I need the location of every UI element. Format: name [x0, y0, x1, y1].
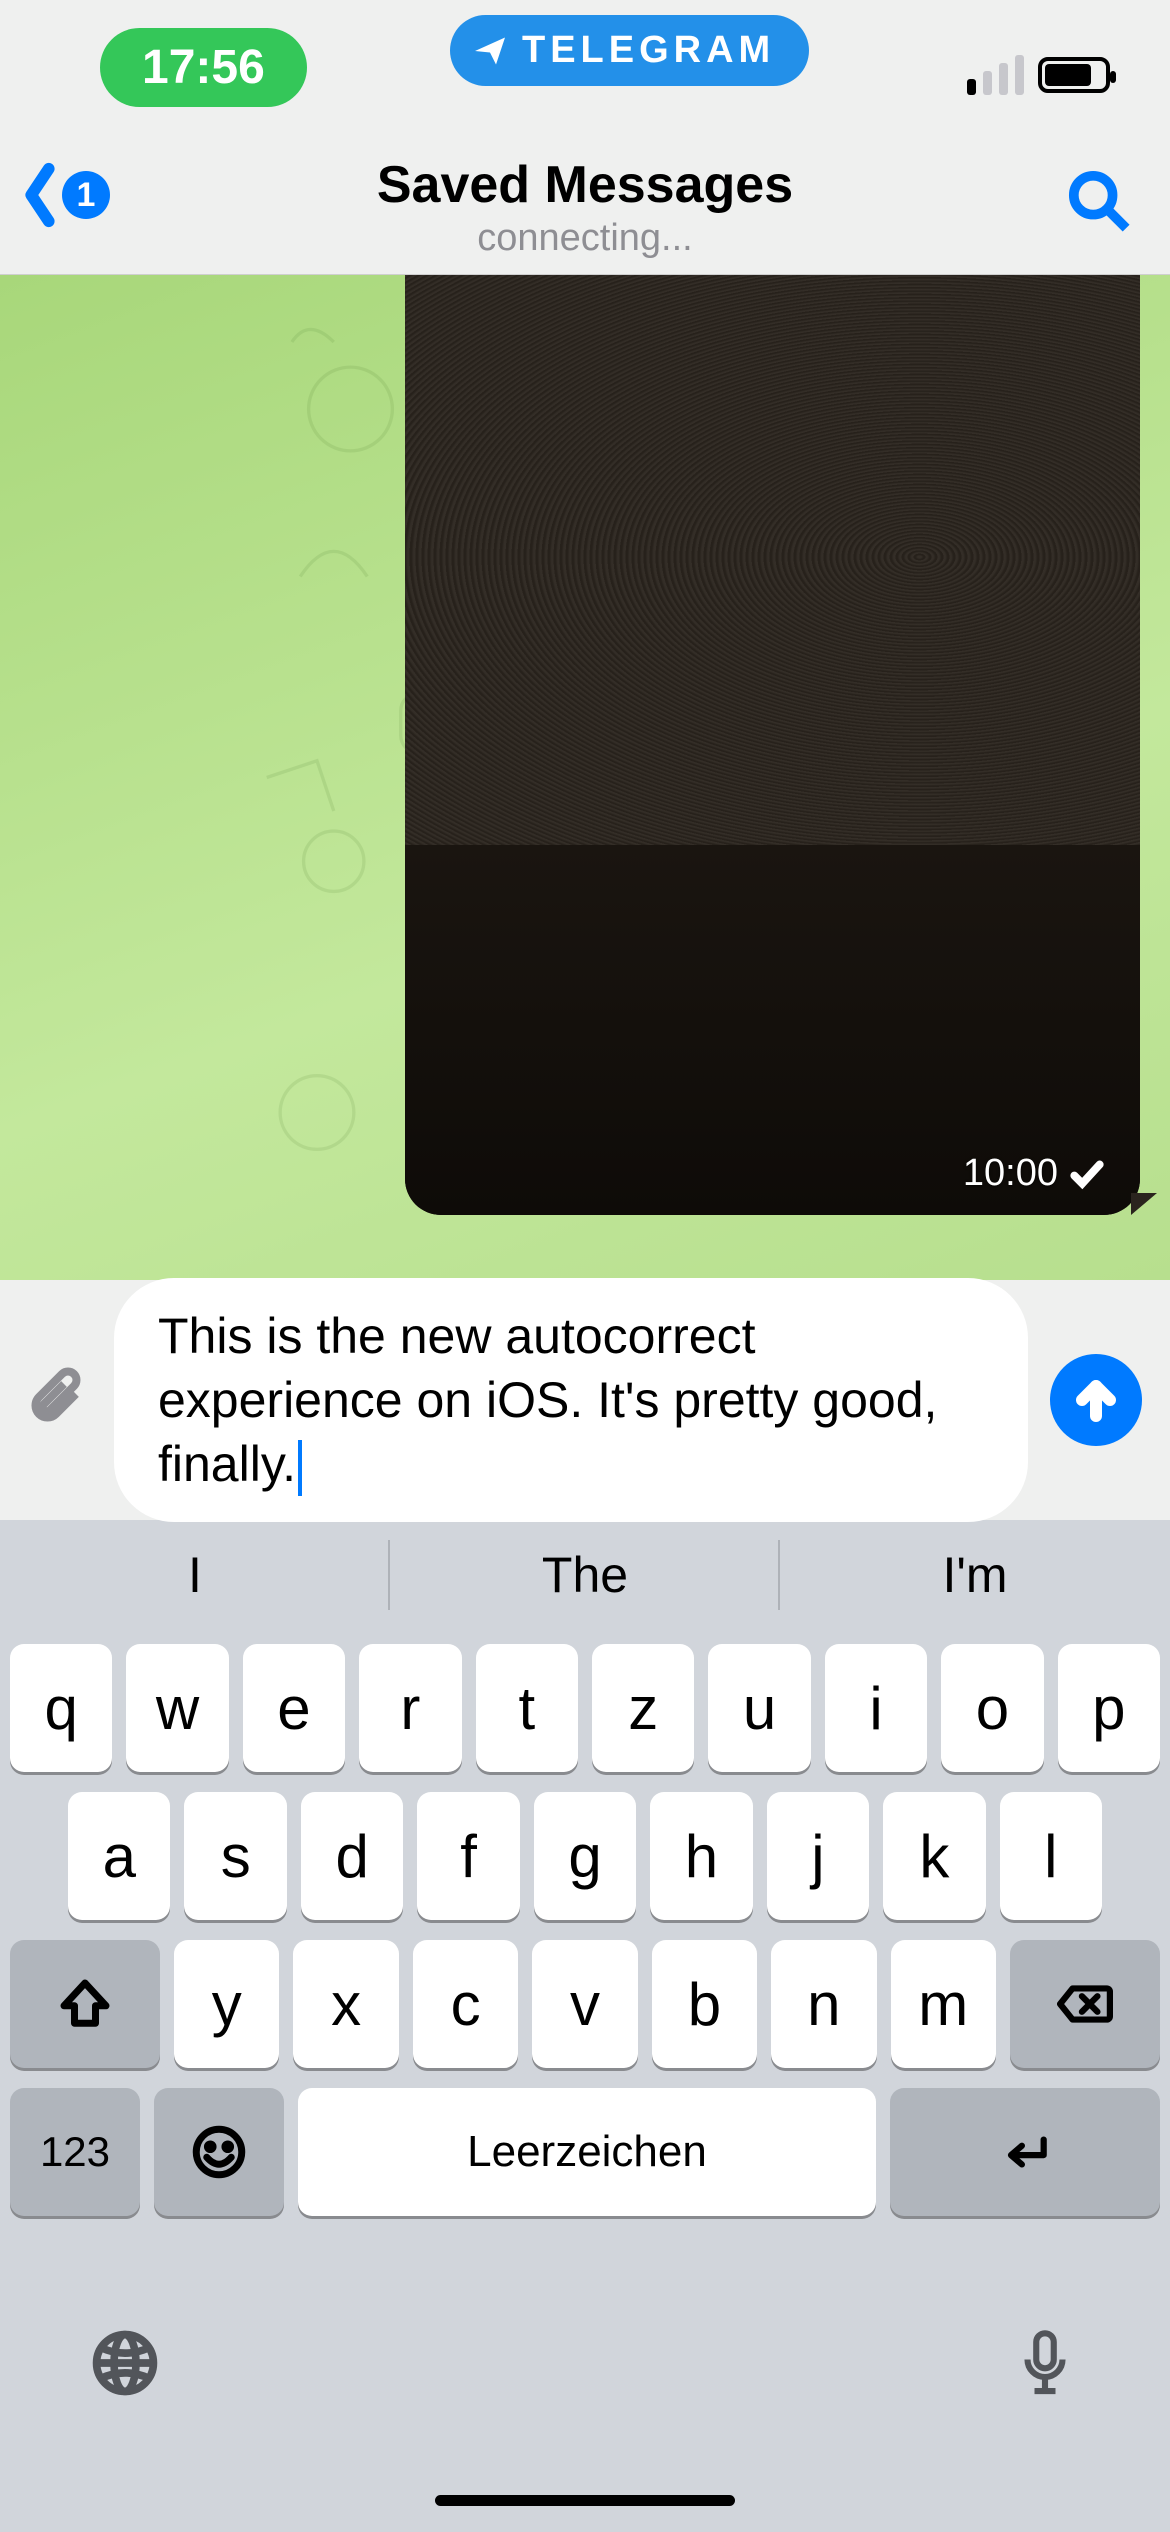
key-c[interactable]: c: [413, 1940, 518, 2068]
message-timestamp: 10:00: [963, 1152, 1106, 1195]
chat-subtitle: connecting...: [477, 217, 692, 260]
key-f[interactable]: f: [417, 1792, 519, 1920]
return-icon: [997, 2124, 1053, 2180]
key-j[interactable]: j: [767, 1792, 869, 1920]
keyboard-bottom-bar: [0, 2280, 1170, 2532]
message-input[interactable]: This is the new autocorrect experience o…: [114, 1278, 1028, 1522]
search-button[interactable]: [1068, 170, 1130, 237]
text-cursor: [298, 1440, 302, 1496]
keyboard-switch-button[interactable]: [90, 2328, 160, 2403]
keyboard-row-3: y x c v b n m: [10, 1940, 1160, 2068]
key-x[interactable]: x: [293, 1940, 398, 2068]
send-button[interactable]: [1050, 1354, 1142, 1446]
key-w[interactable]: w: [126, 1644, 228, 1772]
key-q[interactable]: q: [10, 1644, 112, 1772]
key-backspace[interactable]: [1010, 1940, 1160, 2068]
key-v[interactable]: v: [532, 1940, 637, 2068]
status-notification-pill[interactable]: TELEGRAM: [450, 15, 809, 86]
key-d[interactable]: d: [301, 1792, 403, 1920]
suggestion-2[interactable]: I'm: [780, 1520, 1170, 1630]
suggestion-1[interactable]: The: [390, 1520, 780, 1630]
key-u[interactable]: u: [708, 1644, 810, 1772]
chat-header: 1 Saved Messages connecting...: [0, 140, 1170, 275]
key-h[interactable]: h: [650, 1792, 752, 1920]
status-right-group: [967, 55, 1110, 95]
smile-icon: [191, 2124, 247, 2180]
key-shift[interactable]: [10, 1940, 160, 2068]
paperclip-icon: [28, 1366, 92, 1430]
key-g[interactable]: g: [534, 1792, 636, 1920]
cellular-signal-icon: [967, 55, 1024, 95]
chat-title[interactable]: Saved Messages: [377, 155, 793, 215]
key-n[interactable]: n: [771, 1940, 876, 2068]
status-bar: 17:56 TELEGRAM: [0, 0, 1170, 140]
keyboard-row-4: 123 Leerzeichen: [10, 2088, 1160, 2216]
key-o[interactable]: o: [941, 1644, 1043, 1772]
status-time-pill: 17:56: [100, 28, 307, 107]
check-icon: [1068, 1155, 1106, 1193]
back-unread-badge: 1: [62, 171, 110, 219]
key-e[interactable]: e: [243, 1644, 345, 1772]
key-t[interactable]: t: [476, 1644, 578, 1772]
key-b[interactable]: b: [652, 1940, 757, 2068]
key-emoji[interactable]: [154, 2088, 284, 2216]
suggestion-0[interactable]: I: [0, 1520, 390, 1630]
microphone-icon: [1010, 2328, 1080, 2398]
key-return[interactable]: [890, 2088, 1160, 2216]
key-space[interactable]: Leerzeichen: [298, 2088, 876, 2216]
key-i[interactable]: i: [825, 1644, 927, 1772]
keyboard-suggestions: I The I'm: [0, 1520, 1170, 1630]
message-image-bubble[interactable]: 10:00: [405, 275, 1140, 1215]
keyboard-row-1: q w e r t z u i o p: [10, 1644, 1160, 1772]
key-r[interactable]: r: [359, 1644, 461, 1772]
key-y[interactable]: y: [174, 1940, 279, 2068]
home-indicator[interactable]: [435, 2495, 735, 2506]
globe-icon: [90, 2328, 160, 2398]
key-p[interactable]: p: [1058, 1644, 1160, 1772]
paper-plane-icon: [472, 33, 508, 69]
key-l[interactable]: l: [1000, 1792, 1102, 1920]
status-notification-label: TELEGRAM: [522, 29, 775, 72]
key-z[interactable]: z: [592, 1644, 694, 1772]
keyboard: q w e r t z u i o p a s d f g h j k l y …: [0, 1630, 1170, 2280]
message-input-text: This is the new autocorrect experience o…: [158, 1308, 937, 1492]
dictation-button[interactable]: [1010, 2328, 1080, 2403]
back-button[interactable]: 1: [20, 160, 110, 230]
arrow-up-icon: [1072, 1376, 1120, 1424]
battery-icon: [1038, 57, 1110, 93]
shift-icon: [57, 1976, 113, 2032]
keyboard-row-2: a s d f g h j k l: [10, 1792, 1160, 1920]
key-s[interactable]: s: [184, 1792, 286, 1920]
compose-bar: This is the new autocorrect experience o…: [0, 1280, 1170, 1520]
chevron-left-icon: [20, 160, 60, 230]
chat-area[interactable]: 10:00: [0, 275, 1170, 1280]
key-a[interactable]: a: [68, 1792, 170, 1920]
key-numbers[interactable]: 123: [10, 2088, 140, 2216]
key-m[interactable]: m: [891, 1940, 996, 2068]
attach-button[interactable]: [28, 1366, 92, 1435]
search-icon: [1068, 170, 1130, 232]
backspace-icon: [1057, 1976, 1113, 2032]
key-k[interactable]: k: [883, 1792, 985, 1920]
message-time-text: 10:00: [963, 1152, 1058, 1195]
